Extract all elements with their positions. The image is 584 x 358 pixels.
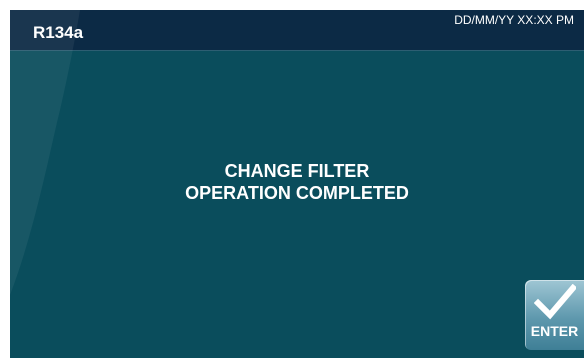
- header-bar: R134a DD/MM/YY XX:XX PM: [10, 10, 584, 51]
- message-line-1: CHANGE FILTER: [224, 161, 370, 181]
- display-screen: R134a DD/MM/YY XX:XX PM CHANGE FILTER OP…: [10, 10, 584, 358]
- status-message: CHANGE FILTER OPERATION COMPLETED: [10, 160, 584, 204]
- refrigerant-label: R134a: [33, 23, 84, 42]
- enter-button[interactable]: ENTER: [525, 280, 584, 350]
- enter-button-label: ENTER: [530, 323, 579, 339]
- checkmark-icon: [534, 284, 576, 320]
- datetime-display: DD/MM/YY XX:XX PM: [454, 13, 574, 27]
- message-line-2: OPERATION COMPLETED: [185, 183, 409, 203]
